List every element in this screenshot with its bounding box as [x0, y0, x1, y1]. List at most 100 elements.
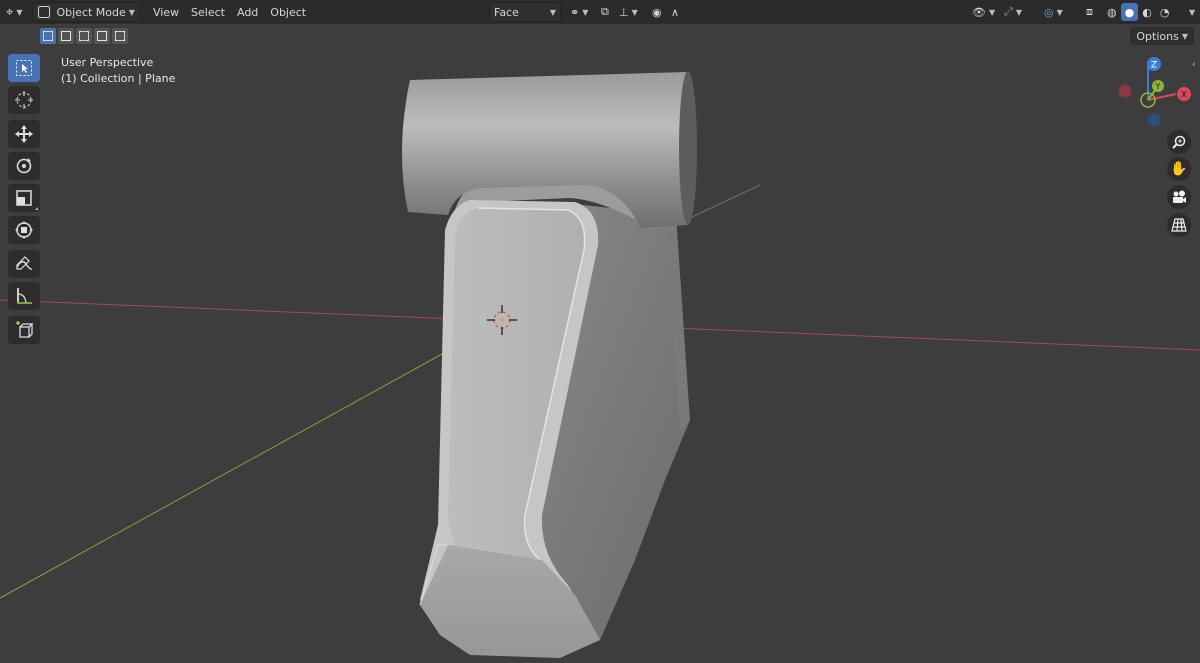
- shading-options-dropdown[interactable]: ▼: [1182, 3, 1199, 21]
- menu-view[interactable]: View: [147, 3, 185, 21]
- editor-type-button[interactable]: ⌖ ▼: [2, 3, 26, 21]
- gizmo-neg-x[interactable]: [1118, 84, 1132, 98]
- viewport-info: User Perspective (1) Collection | Plane: [61, 55, 175, 87]
- falloff-icon: ∧: [671, 5, 680, 19]
- annotate-icon: [16, 256, 33, 270]
- rendered-shading-button[interactable]: ◔: [1156, 3, 1174, 21]
- chevron-down-icon: ▼: [631, 7, 638, 17]
- tool-measure[interactable]: [8, 282, 40, 310]
- chevron-down-icon: ▼: [1181, 31, 1188, 41]
- add-cube-icon: [16, 321, 34, 338]
- chevron-down-icon: ▼: [549, 7, 556, 17]
- collapse-arrow[interactable]: ‹: [1192, 60, 1196, 70]
- wireframe-shading-icon: ◍: [1107, 5, 1117, 19]
- snap-icon: ⧉: [601, 5, 609, 18]
- tool-rotate[interactable]: [8, 152, 40, 180]
- snap-target-icon: ⊥: [619, 5, 629, 19]
- camera-view-button[interactable]: [1167, 185, 1191, 209]
- select-mode-intersect[interactable]: [112, 28, 128, 44]
- tool-cursor[interactable]: [8, 86, 40, 114]
- tool-select-box[interactable]: [8, 54, 40, 82]
- camera-icon: [1173, 190, 1186, 203]
- pan-hand-icon: ✋: [1170, 161, 1188, 177]
- wireframe-shading-button[interactable]: ◍: [1103, 3, 1121, 21]
- tool-shelf: [8, 54, 44, 348]
- tool-transform[interactable]: [8, 216, 40, 244]
- options-label: Options: [1136, 29, 1179, 43]
- select-extend-icon: [61, 31, 71, 41]
- rotate-icon: [16, 158, 32, 174]
- select-intersect-icon: [115, 31, 125, 41]
- transform-pivot-icon: ⚭: [570, 5, 580, 19]
- pivot-point-button[interactable]: ⚭ ▼: [566, 3, 592, 21]
- chevron-down-icon: ▼: [1189, 7, 1196, 17]
- gizmo-toggle[interactable]: ⤢ ▼: [1000, 3, 1026, 21]
- menu-add[interactable]: Add: [231, 3, 264, 21]
- mode-dropdown[interactable]: Object Mode ▼: [32, 2, 141, 22]
- zoom-button[interactable]: [1167, 130, 1191, 154]
- shading-mode-group: ◍ ● ◐ ◔: [1103, 3, 1173, 21]
- select-new-icon: [43, 31, 53, 41]
- select-mode-extend[interactable]: [58, 28, 74, 44]
- overlay-toggle[interactable]: ◎ ▼: [1040, 3, 1067, 21]
- solid-shading-button[interactable]: ●: [1120, 3, 1139, 21]
- editor-type-icon: ⌖: [6, 4, 14, 20]
- viewport-header: ⌖ ▼ Object Mode ▼ View Select Add Object…: [0, 0, 1200, 24]
- options-dropdown[interactable]: Options ▼: [1130, 27, 1194, 45]
- material-shading-icon: ◐: [1142, 5, 1152, 19]
- cylinder-end-cap: [679, 71, 697, 225]
- scene-canvas[interactable]: [0, 0, 1200, 663]
- chevron-down-icon: ▼: [1015, 7, 1022, 17]
- select-mode-subtract[interactable]: [76, 28, 92, 44]
- transform-icon: [15, 221, 33, 239]
- select-mode-invert[interactable]: [94, 28, 110, 44]
- tool-move[interactable]: [8, 120, 40, 148]
- grid-icon: [1171, 218, 1187, 232]
- gizmo-y-label: Y: [1155, 82, 1161, 91]
- select-invert-icon: [97, 31, 107, 41]
- collection-label: (1) Collection | Plane: [61, 72, 176, 85]
- select-subtract-icon: [79, 31, 89, 41]
- gizmo-neg-z[interactable]: [1147, 113, 1161, 127]
- select-mode-new[interactable]: [40, 28, 56, 44]
- gizmo-z-label: Z: [1151, 61, 1157, 71]
- chevron-down-icon: ▼: [16, 7, 23, 17]
- tool-annotate[interactable]: [8, 250, 40, 278]
- select-box-icon: [16, 60, 32, 76]
- 3d-viewport[interactable]: [0, 0, 1200, 663]
- visibility-dropdown[interactable]: 👁 ▼: [968, 3, 999, 21]
- tool-settings-row: Options ▼: [0, 24, 1200, 48]
- gizmo-icon: ⤢: [1004, 5, 1013, 18]
- menu-select[interactable]: Select: [185, 3, 231, 21]
- projection-toggle-button[interactable]: [1167, 213, 1191, 237]
- proportional-editing-toggle[interactable]: ◉: [648, 3, 666, 21]
- solid-shading-icon: ●: [1124, 5, 1135, 19]
- navigation-gizmo[interactable]: X Y Z: [1112, 54, 1192, 134]
- chevron-down-icon: ▼: [128, 7, 135, 17]
- object-mode-icon: [38, 6, 51, 18]
- pan-button[interactable]: ✋: [1167, 157, 1191, 181]
- perspective-label: User Perspective: [61, 56, 154, 69]
- chevron-down-icon: ▼: [1056, 7, 1063, 17]
- falloff-dropdown[interactable]: ∧: [667, 3, 683, 21]
- proportional-editing-icon: ◉: [652, 5, 662, 19]
- xray-toggle[interactable]: ⧈: [1082, 3, 1097, 21]
- measure-icon: [17, 288, 32, 304]
- tool-variant-indicator: [35, 207, 38, 210]
- chevron-down-icon: ▼: [582, 7, 589, 17]
- y-axis-line-far: [689, 184, 761, 219]
- rendered-shading-icon: ◔: [1159, 5, 1170, 19]
- menu-object[interactable]: Object: [264, 3, 312, 21]
- tool-add-cube[interactable]: [8, 316, 40, 344]
- orientation-label: Face: [494, 5, 519, 19]
- orientation-dropdown[interactable]: Face ▼: [489, 2, 561, 22]
- chevron-down-icon: ▼: [988, 7, 996, 17]
- material-shading-button[interactable]: ◐: [1138, 3, 1156, 21]
- snap-target-dropdown[interactable]: ⊥ ▼: [615, 3, 642, 21]
- scale-icon: [16, 190, 32, 206]
- cursor-icon: [15, 91, 33, 109]
- snap-toggle[interactable]: ⧉: [597, 3, 613, 21]
- mode-label: Object Mode: [56, 5, 126, 19]
- tool-scale[interactable]: [8, 184, 40, 212]
- zoom-icon: [1172, 135, 1186, 149]
